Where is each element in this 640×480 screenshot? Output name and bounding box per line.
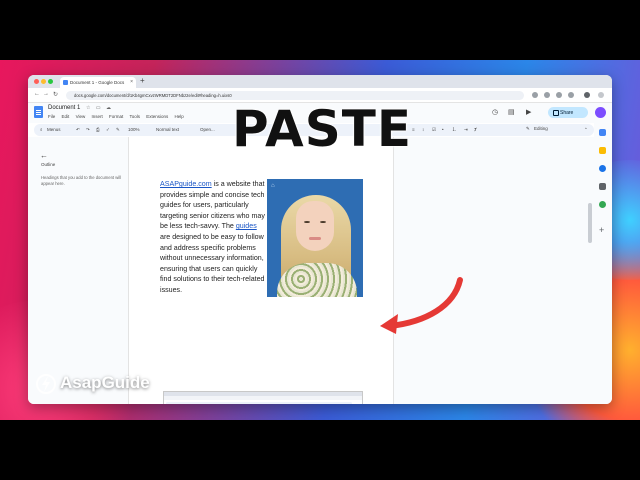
tasks-icon[interactable]	[599, 165, 606, 172]
bullet-list-icon[interactable]: •	[442, 127, 444, 132]
star-icon[interactable]: ☆ ▭ ☁	[86, 105, 113, 111]
menu-bar: File Edit View Insert Format Tools Exten…	[48, 114, 189, 119]
share-button[interactable]: Share	[548, 107, 588, 118]
indent-icon[interactable]: ⇥	[464, 127, 468, 133]
style-select[interactable]: Normal text	[156, 127, 179, 132]
asapguide-logo-icon	[36, 374, 56, 394]
font-select[interactable]: Open...	[200, 127, 215, 132]
print-icon[interactable]: ⎙	[96, 127, 100, 132]
checklist-icon[interactable]: ☑	[432, 127, 436, 133]
document-body[interactable]: ASAPguide.com is a website that provides…	[160, 179, 268, 296]
document-title[interactable]: Document 1	[48, 105, 80, 111]
forward-icon[interactable]: →	[43, 91, 49, 97]
zoom-select[interactable]: 100%	[128, 127, 140, 132]
menu-insert[interactable]: Insert	[92, 114, 103, 119]
menu-tools[interactable]: Tools	[129, 114, 140, 119]
document-canvas: ← Outline Headings that you add to the d…	[28, 137, 594, 404]
editing-mode-icon[interactable]: ✎	[526, 126, 530, 132]
thumb-addressbar	[164, 396, 362, 400]
menu-file[interactable]: File	[48, 114, 55, 119]
url-field[interactable]: docs.google.com/document/d/1Kb4gmCxvzWRM…	[66, 91, 524, 100]
extension-icon[interactable]	[568, 92, 574, 98]
extension-icon[interactable]	[556, 92, 562, 98]
outline-hint: Headings that you add to the document wi…	[41, 175, 122, 186]
undo-icon[interactable]: ↶	[76, 127, 80, 133]
thumb-toolbar	[166, 402, 352, 404]
outline-back-icon[interactable]: ←	[40, 151, 48, 160]
document-page[interactable]: ASAPguide.com is a website that provides…	[128, 137, 394, 404]
new-tab-icon[interactable]: +	[140, 76, 145, 85]
menu-help[interactable]: Help	[175, 114, 184, 119]
asapguide-link[interactable]: ASAPguide.com	[160, 180, 212, 188]
browser-tab[interactable]: Document 1 - Google Docs ×	[60, 77, 136, 88]
photo-face	[296, 201, 334, 251]
redo-icon[interactable]: ↷	[86, 127, 90, 133]
side-panel-icons: +	[594, 123, 612, 404]
docs-favicon-icon	[63, 80, 68, 85]
inserted-photo[interactable]: ⌂	[267, 179, 363, 297]
tab-bar: Document 1 - Google Docs × +	[28, 75, 612, 88]
meet-icon[interactable]: ▶	[526, 108, 531, 116]
scrollbar[interactable]	[588, 203, 592, 243]
red-arrow-icon	[380, 277, 463, 334]
docs-logo-icon[interactable]	[34, 106, 43, 118]
menu-format[interactable]: Format	[109, 114, 123, 119]
editing-mode-select[interactable]: Editing	[534, 126, 548, 131]
search-menus-label[interactable]: Menus	[47, 127, 61, 132]
comments-icon[interactable]: ▤	[508, 108, 515, 116]
minimize-window-icon[interactable]	[41, 79, 46, 84]
tab-title: Document 1 - Google Docs	[70, 80, 125, 85]
line-spacing-icon[interactable]: ↕	[422, 127, 424, 132]
clear-format-icon[interactable]: Ⱦ	[474, 127, 477, 132]
search-menus-icon[interactable]: ⌕	[40, 127, 43, 132]
avatar[interactable]	[595, 107, 606, 118]
photo-backdrop-logo: ⌂	[271, 183, 275, 189]
back-icon[interactable]: ←	[34, 91, 40, 97]
maps-icon[interactable]	[599, 201, 606, 208]
pasted-screenshot[interactable]	[163, 391, 363, 404]
letterbox-bottom	[0, 420, 640, 480]
contacts-icon[interactable]	[599, 183, 606, 190]
add-addon-icon[interactable]: +	[599, 226, 606, 235]
extension-icon[interactable]	[532, 92, 538, 98]
collapse-toolbar-icon[interactable]: ⌃	[584, 127, 588, 133]
profile-icon[interactable]	[584, 92, 590, 98]
letterbox-top	[0, 0, 640, 60]
tab-close-icon[interactable]: ×	[130, 79, 133, 85]
keep-icon[interactable]	[599, 147, 606, 154]
paint-format-icon[interactable]: ✎	[116, 127, 120, 133]
more-menu-icon[interactable]	[598, 92, 604, 98]
spellcheck-icon[interactable]: ✓	[106, 127, 110, 133]
align-icon[interactable]: ≡	[412, 127, 415, 132]
brand-name: AsapGuide	[60, 373, 150, 392]
photo-eye	[320, 221, 326, 223]
menu-view[interactable]: View	[76, 114, 86, 119]
menu-edit[interactable]: Edit	[62, 114, 70, 119]
photo-lips	[309, 237, 321, 240]
extension-icon[interactable]	[544, 92, 550, 98]
guides-link[interactable]: guides	[236, 222, 257, 230]
history-icon[interactable]: ◷	[492, 108, 498, 116]
body-text-part2: are designed to be easy to follow and ad…	[160, 232, 265, 294]
photo-dress	[277, 263, 357, 297]
outline-title: Outline	[41, 162, 56, 167]
paste-overlay-title: PASTE	[232, 100, 413, 158]
maximize-window-icon[interactable]	[48, 79, 53, 84]
reload-icon[interactable]: ↻	[53, 91, 58, 98]
menu-extensions[interactable]: Extensions	[146, 114, 168, 119]
numbered-list-icon[interactable]: ⒈	[452, 127, 457, 133]
close-window-icon[interactable]	[34, 79, 39, 84]
photo-eye	[304, 221, 310, 223]
calendar-icon[interactable]	[599, 129, 606, 136]
